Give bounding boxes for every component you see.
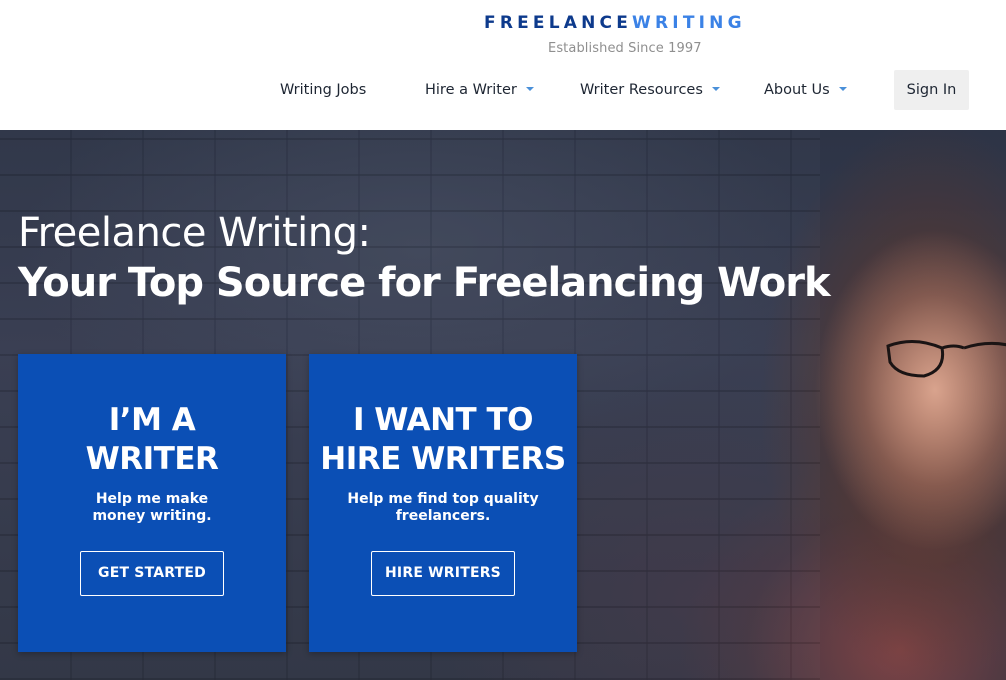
writer-card[interactable]: I’M A WRITER Help me make money writing.…	[18, 354, 286, 652]
site-header: FREELANCEWRITING Established Since 1997 …	[0, 0, 1006, 130]
nav-item-label: Hire a Writer	[425, 82, 517, 98]
hire-card[interactable]: I WANT TO HIRE WRITERS Help me find top …	[309, 354, 577, 652]
hero-photo-glasses	[886, 340, 1006, 378]
hire-writers-button[interactable]: HIRE WRITERS	[371, 551, 515, 596]
caret-down-icon	[711, 87, 720, 91]
hire-card-subtitle: Help me find top quality freelancers.	[347, 491, 539, 524]
get-started-button[interactable]: GET STARTED	[80, 551, 224, 596]
writer-card-subtitle: Help me make money writing.	[92, 491, 212, 524]
hero-heading-line1: Freelance Writing:	[18, 210, 371, 256]
caret-down-icon	[838, 87, 847, 91]
logo-tagline: Established Since 1997	[548, 41, 702, 56]
site-logo[interactable]: FREELANCEWRITING Established Since 1997	[484, 13, 754, 61]
logo-word-freelance: FREELANCE	[484, 13, 633, 33]
hire-card-title: I WANT TO HIRE WRITERS	[320, 402, 566, 477]
nav-item-writer-resources[interactable]: Writer Resources	[580, 70, 720, 110]
nav-item-label: About Us	[764, 82, 830, 98]
main-nav: Writing Jobs Hire a Writer Writer Resour…	[0, 70, 1006, 110]
nav-item-label: Writer Resources	[580, 82, 703, 98]
nav-item-label: Writing Jobs	[280, 82, 367, 98]
caret-down-icon	[525, 87, 534, 91]
hero-heading-line2: Your Top Source for Freelancing Work	[18, 260, 831, 306]
hero-section: Freelance Writing: Your Top Source for F…	[0, 130, 1006, 680]
logo-word-writing: WRITING	[632, 13, 746, 33]
logo-wordmark: FREELANCEWRITING	[484, 13, 754, 33]
nav-item-about-us[interactable]: About Us	[764, 70, 847, 110]
writer-card-title: I’M A WRITER	[85, 402, 219, 477]
nav-item-writing-jobs[interactable]: Writing Jobs	[280, 70, 366, 110]
nav-item-hire-a-writer[interactable]: Hire a Writer	[425, 70, 534, 110]
sign-in-button[interactable]: Sign In	[894, 70, 969, 110]
